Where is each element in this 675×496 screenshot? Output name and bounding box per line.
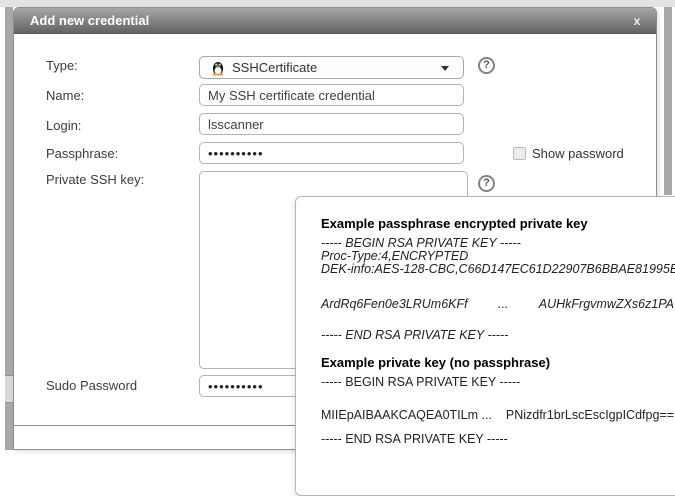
tooltip-heading-encrypted: Example passphrase encrypted private key xyxy=(321,217,674,231)
tooltip-key-sample-2: MIIEpAIBAAKCAQEA0TILm ... PNizdfr1brLscE… xyxy=(321,409,674,422)
chevron-down-icon xyxy=(441,66,449,71)
tooltip-end-line-1: ----- END RSA PRIVATE KEY ----- xyxy=(321,329,674,342)
login-input[interactable] xyxy=(199,113,464,135)
key1-ellipsis: ... xyxy=(498,298,508,311)
login-label: Login: xyxy=(46,118,81,133)
private-ssh-key-label: Private SSH key: xyxy=(46,172,144,187)
key2-left: MIIEpAIBAAKCAQEA0TILm ... xyxy=(321,409,492,422)
key1-right: AUHkFrgvmwZXs6z1PA xyxy=(539,298,674,311)
show-password-checkbox[interactable] xyxy=(513,147,526,160)
page-top-strip xyxy=(0,0,675,7)
private-key-help-icon[interactable]: ? xyxy=(478,175,495,192)
key1-left: ArdRq6Fen0e3LRUm6KFf xyxy=(321,298,468,311)
dialog-titlebar[interactable]: Add new credential x xyxy=(14,8,656,34)
type-help-icon[interactable]: ? xyxy=(478,57,495,74)
key2-right: PNizdfr1brLscEscIgpICdfpg== xyxy=(506,409,674,422)
tooltip-key-sample-1: ArdRq6Fen0e3LRUm6KFf ... AUHkFrgvmwZXs6z… xyxy=(321,298,674,311)
show-password-label: Show password xyxy=(532,146,624,161)
close-icon[interactable]: x xyxy=(628,12,646,30)
sudo-password-label: Sudo Password xyxy=(46,378,137,393)
private-key-help-tooltip: Example passphrase encrypted private key… xyxy=(295,196,675,496)
type-select[interactable]: SSHCertificate xyxy=(199,56,464,79)
name-input[interactable] xyxy=(199,84,464,106)
tooltip-begin-line-2: ----- BEGIN RSA PRIVATE KEY ----- xyxy=(321,376,674,389)
name-label: Name: xyxy=(46,88,84,103)
tooltip-dek-info-line: DEK-info:AES-128-CBC,C66D147EC61D22907B6… xyxy=(321,263,674,276)
type-label: Type: xyxy=(46,58,78,73)
tooltip-heading-plain: Example private key (no passphrase) xyxy=(321,356,674,370)
page-scrollbar[interactable] xyxy=(664,7,672,195)
tooltip-end-line-2: ----- END RSA PRIVATE KEY ----- xyxy=(321,433,674,446)
page-left-edge-notch xyxy=(5,375,13,403)
dialog-title: Add new credential xyxy=(30,13,149,28)
linux-tux-icon xyxy=(210,60,226,76)
passphrase-label: Passphrase: xyxy=(46,146,118,161)
passphrase-input[interactable] xyxy=(199,142,464,164)
type-selected-value: SSHCertificate xyxy=(232,60,317,75)
